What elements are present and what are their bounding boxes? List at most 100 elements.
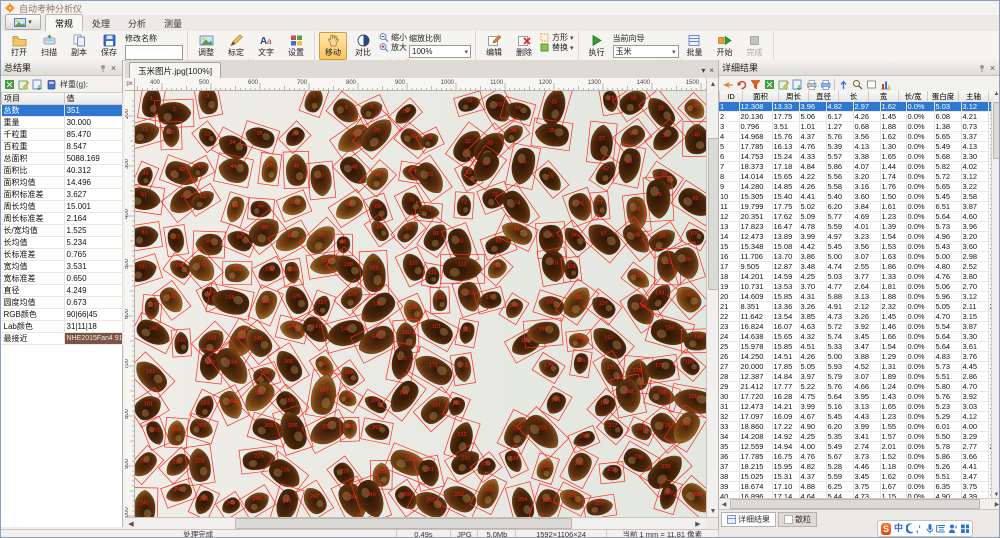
detail-row[interactable]: 3112.47314.213.995.163.131.650.0%5.233.0…: [719, 402, 993, 412]
pin-icon[interactable]: [97, 62, 108, 73]
print-icon[interactable]: [806, 79, 817, 90]
ime-logo-icon[interactable]: S: [881, 523, 891, 535]
viewer-hscroll-thumb[interactable]: [235, 518, 572, 529]
move-button[interactable]: 移动: [319, 32, 347, 60]
detail-row[interactable]: 3414.20814.924.255.353.411.570.0%5.503.2…: [719, 432, 993, 442]
detail-row[interactable]: 218.35113.363.264.912.122.320.0%5.052.11…: [719, 302, 993, 312]
detail-col-header[interactable]: 周长: [779, 91, 809, 102]
chart-icon[interactable]: [880, 79, 891, 90]
detail-row[interactable]: 1611.70613.703.865.003.071.630.0%5.002.9…: [719, 252, 993, 262]
ime-lang-icon[interactable]: 中: [894, 521, 903, 536]
open-button[interactable]: 打开: [5, 32, 33, 60]
undo-icon[interactable]: [736, 79, 747, 90]
zoom-ratio-combo[interactable]: 100%▾: [409, 45, 471, 58]
viewer-tab[interactable]: 玉米图片.jpg[100%]: [129, 62, 221, 78]
filter-icon[interactable]: [750, 79, 761, 90]
viewer-tab-dropdown-icon[interactable]: ▾: [701, 66, 705, 75]
tab-scattered[interactable]: 散粒: [778, 512, 817, 527]
rename-input[interactable]: [125, 45, 183, 60]
detail-col-header[interactable]: 长: [839, 91, 869, 102]
summary-row[interactable]: 重量30.000: [2, 117, 123, 129]
detail-pin-icon[interactable]: [976, 62, 987, 73]
detail-close-icon[interactable]: ×: [987, 62, 998, 73]
detail-col-header[interactable]: ID: [720, 91, 743, 102]
viewer-vertical-scrollbar[interactable]: ▲ ▼: [706, 78, 718, 517]
wizard-combo[interactable]: 玉米▾: [613, 45, 679, 58]
summary-row[interactable]: 长/宽均值1.525: [2, 225, 123, 237]
detail-row[interactable]: 718.37317.184.845.864.071.440.0%5.824.02…: [719, 162, 993, 172]
seed-image-canvas[interactable]: 1237891012131415171819202122232425262829…: [135, 91, 706, 517]
detail-row[interactable]: 30.7963.511.011.270.681.880.0%1.380.731.…: [719, 122, 993, 132]
summary-row[interactable]: 总数351: [2, 105, 123, 117]
detail-row[interactable]: 3918.67417.104.886.253.751.670.0%6.353.7…: [719, 482, 993, 492]
detail-hscroll-thumb[interactable]: [730, 499, 980, 509]
detail-row[interactable]: 2316.82416.074.635.723.921.460.0%5.543.8…: [719, 322, 993, 332]
detail-row[interactable]: 2211.64213.543.854.733.261.450.0%4.703.1…: [719, 312, 993, 322]
close-icon[interactable]: ×: [108, 62, 119, 73]
summary-col-item[interactable]: 项目: [2, 93, 65, 105]
detail-row[interactable]: 3815.02515.314.375.593.451.620.0%5.513.4…: [719, 472, 993, 482]
ime-toolbox-icon[interactable]: [960, 523, 969, 534]
run-button[interactable]: 执行: [583, 32, 611, 60]
search-icon[interactable]: [852, 79, 863, 90]
detail-row[interactable]: 1317.82316.474.785.594.011.390.0%5.733.9…: [719, 222, 993, 232]
viewer-horizontal-scrollbar[interactable]: ◀ ▶: [125, 517, 718, 529]
detail-row[interactable]: 3017.72016.284.755.643.951.430.0%5.763.9…: [719, 392, 993, 402]
detail-horizontal-scrollbar[interactable]: ◀ ▶: [719, 498, 1000, 509]
zoom-out-button[interactable]: 缩小: [379, 33, 407, 42]
calibrate-button[interactable]: 标定: [222, 32, 250, 60]
text-button[interactable]: Aa 文字: [252, 32, 280, 60]
sheet-save-icon[interactable]: [792, 79, 803, 90]
tab-measure[interactable]: 测量: [155, 15, 191, 31]
print-preview-icon[interactable]: [820, 79, 831, 90]
detail-scroll-left-icon[interactable]: ◀: [719, 499, 729, 509]
detail-row[interactable]: 3318.86017.224.906.203.991.550.0%6.014.0…: [719, 422, 993, 432]
detail-row[interactable]: 179.50512.873.484.742.551.860.0%4.802.52…: [719, 262, 993, 272]
detail-col-header[interactable]: 副轴: [989, 91, 994, 102]
detail-vertical-scrollbar[interactable]: ▲ ▼: [991, 91, 1000, 498]
summary-row[interactable]: 圆度均值0.673: [2, 297, 123, 309]
detail-row[interactable]: 1515.34815.084.425.453.561.530.0%5.433.6…: [719, 242, 993, 252]
summary-row[interactable]: 周长均值15.001: [2, 201, 123, 213]
detail-row[interactable]: 517.78516.134.765.394.131.300.0%5.494.13…: [719, 142, 993, 152]
detail-row[interactable]: 2812.38714.843.975.793.071.890.0%5.512.8…: [719, 372, 993, 382]
detail-row[interactable]: 1220.35117.625.095.774.691.230.0%5.644.6…: [719, 212, 993, 222]
settings-button[interactable]: 设置: [282, 32, 310, 60]
detail-row[interactable]: 2014.60915.854.315.883.131.880.0%5.963.1…: [719, 292, 993, 302]
detail-row[interactable]: 1412.47313.893.994.973.231.540.0%4.963.2…: [719, 232, 993, 242]
scan-button[interactable]: 扫描: [35, 32, 63, 60]
database-icon[interactable]: [46, 79, 57, 90]
detail-row[interactable]: 1910.73113.533.704.772.641.810.0%5.062.7…: [719, 282, 993, 292]
detail-row[interactable]: 3217.09716.094.675.454.431.230.0%5.294.1…: [719, 412, 993, 422]
summary-row[interactable]: 面积均值14.496: [2, 177, 123, 189]
detail-row[interactable]: 1119.79917.755.026.203.841.610.0%6.513.8…: [719, 202, 993, 212]
summary-row[interactable]: RGB颜色90|66|45: [2, 309, 123, 321]
tab-analysis[interactable]: 分析: [119, 15, 155, 31]
detail-scroll-up-icon[interactable]: ▲: [992, 91, 1000, 97]
summary-row[interactable]: 宽均值3.531: [2, 261, 123, 273]
finish-button[interactable]: 完成: [741, 32, 769, 60]
summary-row[interactable]: 面积标准差3.627: [2, 189, 123, 201]
detail-col-header[interactable]: 宽: [869, 91, 899, 102]
detail-row[interactable]: 614.75315.244.335.573.381.650.0%5.683.30…: [719, 152, 993, 162]
detail-col-header[interactable]: 主轴: [959, 91, 989, 102]
tab-general[interactable]: 常规: [45, 14, 83, 31]
upload-icon[interactable]: [838, 79, 849, 90]
detail-vscroll-thumb[interactable]: [993, 102, 1000, 159]
detail-row[interactable]: 1814.20114.594.255.033.771.330.0%4.763.8…: [719, 272, 993, 282]
summary-row[interactable]: 最接近NHE2015Fan4 919...: [2, 333, 123, 345]
detail-row[interactable]: 814.01415.654.225.563.201.740.0%5.723.12…: [719, 172, 993, 182]
detail-row[interactable]: 2515.97815.854.515.333.471.540.0%5.643.6…: [719, 342, 993, 352]
contrast-button[interactable]: 对比: [349, 32, 377, 60]
target-edit-button[interactable]: 编辑: [480, 32, 508, 60]
copy-button[interactable]: 副本: [65, 32, 93, 60]
summary-row[interactable]: Lab颜色31|11|18: [2, 321, 123, 333]
start-button[interactable]: 开始: [711, 32, 739, 60]
edit-sheet-icon[interactable]: [18, 79, 29, 90]
detail-row[interactable]: 1015.30515.404.415.403.601.500.0%5.453.5…: [719, 192, 993, 202]
summary-row[interactable]: 周长标准差2.164: [2, 213, 123, 225]
detail-col-header[interactable]: 面积: [743, 91, 779, 102]
summary-row[interactable]: 长标准差0.765: [2, 249, 123, 261]
ime-people-icon[interactable]: [948, 523, 957, 534]
summary-row[interactable]: 总面积5088.169: [2, 153, 123, 165]
